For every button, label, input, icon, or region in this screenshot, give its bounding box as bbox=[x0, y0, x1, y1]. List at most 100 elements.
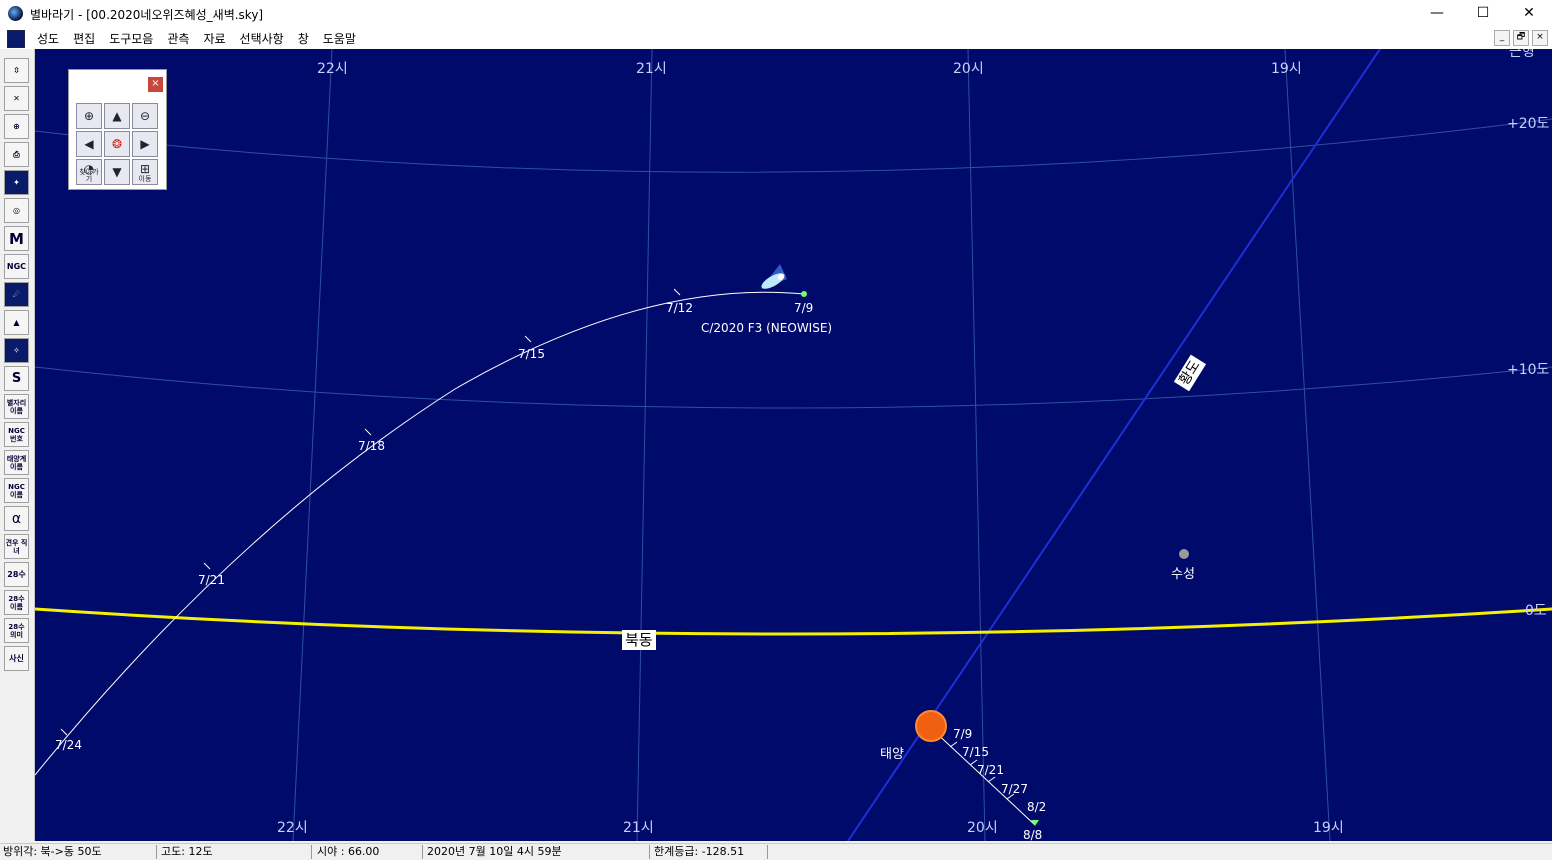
menu-help[interactable]: 도움말 bbox=[316, 30, 363, 47]
gyeonu-icon[interactable]: 견우 직녀 bbox=[4, 534, 29, 559]
minimize-button[interactable]: — bbox=[1414, 0, 1460, 27]
ra-grid-line bbox=[1284, 49, 1331, 841]
arrow-up-icon[interactable]: ▲ bbox=[104, 103, 130, 129]
dec-label-20: +20도 bbox=[1507, 116, 1550, 132]
alpha-icon[interactable]: α bbox=[4, 506, 29, 531]
mountain-icon[interactable]: ▲ bbox=[4, 310, 29, 335]
close-button[interactable]: ✕ bbox=[1506, 0, 1552, 27]
sun-date-label: 7/27 bbox=[1001, 782, 1028, 796]
arrow-left-icon[interactable]: ◀ bbox=[76, 131, 102, 157]
arrow-right-icon[interactable]: ▶ bbox=[132, 131, 158, 157]
sun-date-label: 7/9 bbox=[953, 727, 973, 741]
move-grid-glyph: ⊞ bbox=[139, 162, 151, 176]
comet-date-label: 7/15 bbox=[518, 347, 545, 361]
move-label: 이동 bbox=[138, 175, 152, 183]
comet-date-label: 7/9 bbox=[794, 301, 814, 315]
center-icon[interactable]: ❂ bbox=[104, 131, 130, 157]
arrow-down-icon[interactable]: ▼ bbox=[104, 159, 130, 185]
move-grid-icon[interactable]: ⊞ 이동 bbox=[132, 159, 158, 185]
sun-path bbox=[931, 728, 1036, 826]
ra-grid-line bbox=[636, 49, 653, 841]
comet-icon[interactable] bbox=[759, 264, 787, 292]
planet-name-icon[interactable]: 태양계 이름 bbox=[4, 450, 29, 475]
find-icon[interactable]: ◔ 찾아가기 bbox=[76, 159, 102, 185]
zoom-out-icon[interactable]: ⊖ bbox=[132, 103, 158, 129]
constellation-name-icon[interactable]: 별자리 이름 bbox=[4, 394, 29, 419]
messier-icon[interactable]: M bbox=[4, 226, 29, 251]
menu-chart[interactable]: 성도 bbox=[30, 30, 66, 47]
sun-disk[interactable] bbox=[915, 710, 947, 742]
menu-data[interactable]: 자료 bbox=[196, 30, 232, 47]
comet-date-label: 7/12 bbox=[666, 301, 693, 315]
comet-name-label[interactable]: C/2020 F3 (NEOWISE) bbox=[701, 321, 832, 335]
sun-date-label: 8/8 bbox=[1023, 828, 1043, 841]
ngc-name-icon[interactable]: NGC 이름 bbox=[4, 478, 29, 503]
mercury-dot[interactable] bbox=[1179, 549, 1189, 559]
menu-toolbars[interactable]: 도구모음 bbox=[102, 30, 160, 47]
document-icon[interactable] bbox=[7, 30, 25, 48]
sun-label: 태양 bbox=[880, 747, 904, 762]
star-cross-icon[interactable]: ✕ bbox=[4, 86, 29, 111]
ngc-icon[interactable]: NGC bbox=[4, 254, 29, 279]
sun-date-label: 7/15 bbox=[962, 745, 989, 759]
partial-label: 근형 bbox=[1509, 49, 1535, 60]
mercury-label: 수성 bbox=[1171, 567, 1195, 582]
comet-icon[interactable]: ☄ bbox=[4, 282, 29, 307]
comet-date-label: 7/24 bbox=[55, 738, 82, 752]
dec-label-0: 0도 bbox=[1525, 603, 1547, 619]
center-glyph: ❂ bbox=[111, 137, 123, 151]
ra-label-bottom-22: 22시 bbox=[277, 820, 308, 836]
ra-grid-line bbox=[292, 49, 333, 841]
sky-chart[interactable]: 22시 21시 20시 19시 22시 21시 20시 19시 +20도 +10… bbox=[35, 49, 1552, 841]
mdi-restore-button[interactable]: 🗗 bbox=[1513, 30, 1529, 46]
ra-label-top-19: 19시 bbox=[1271, 61, 1302, 77]
zoom-out-glyph: ⊖ bbox=[139, 109, 151, 123]
ra-label-bottom-20: 20시 bbox=[967, 820, 998, 836]
nebula-icon[interactable]: ✧ bbox=[4, 338, 29, 363]
find-label: 찾아가기 bbox=[79, 168, 99, 183]
ngc-number-icon[interactable]: NGC 번호 bbox=[4, 422, 29, 447]
arrow-right-glyph: ▶ bbox=[140, 137, 150, 151]
comet-date-label: 7/18 bbox=[358, 439, 385, 453]
app-icon bbox=[8, 6, 23, 21]
28su-meaning-icon[interactable]: 28수 의미 bbox=[4, 618, 29, 643]
menu-window[interactable]: 창 bbox=[291, 30, 316, 47]
status-azimuth: 방위각: 북->동 50도 bbox=[0, 845, 157, 859]
menu-observe[interactable]: 관측 bbox=[160, 30, 196, 47]
move-icon[interactable]: ⇳ bbox=[4, 58, 29, 83]
28su-icon[interactable]: 28수 bbox=[4, 562, 29, 587]
menu-edit[interactable]: 편집 bbox=[66, 30, 102, 47]
arrow-down-glyph: ▼ bbox=[112, 165, 122, 179]
print-icon[interactable]: ⎙ bbox=[4, 142, 29, 167]
comet-path bbox=[35, 291, 805, 776]
menu-bar: 성도 편집 도구모음 관측 자료 선택사항 창 도움말 _ 🗗 × bbox=[0, 27, 1552, 49]
status-datetime: 2020년 7월 10일 4시 59분 bbox=[424, 845, 650, 859]
dec-label-10: +10도 bbox=[1507, 362, 1550, 378]
ra-label-top-21: 21시 bbox=[636, 61, 667, 77]
dec-grid-line bbox=[35, 366, 1552, 409]
sun-date-label: 8/2 bbox=[1027, 800, 1047, 814]
mdi-minimize-button[interactable]: _ bbox=[1494, 30, 1510, 46]
galaxy-icon[interactable]: ◎ bbox=[4, 198, 29, 223]
milkyway-icon[interactable]: S bbox=[4, 366, 29, 391]
arrow-left-glyph: ◀ bbox=[84, 137, 94, 151]
window-title: 별바라기 - [00.2020네오위즈혜성_새벽.sky] bbox=[30, 8, 264, 22]
dec-grid-line bbox=[35, 118, 1552, 173]
maximize-button[interactable]: ☐ bbox=[1460, 0, 1506, 27]
globe-icon[interactable]: ⊕ bbox=[4, 114, 29, 139]
ra-label-bottom-21: 21시 bbox=[623, 820, 654, 836]
28su-name-icon[interactable]: 28수 이름 bbox=[4, 590, 29, 615]
comet-position-marker[interactable] bbox=[801, 291, 807, 297]
status-limit-magnitude: 한계등급: -128.51 bbox=[651, 845, 768, 859]
mdi-close-button[interactable]: × bbox=[1532, 30, 1548, 46]
navigation-panel: × ⊕ ▲ ⊖ ◀ ❂ ▶ ◔ 찾아가기 ▼ ⊞ 이동 bbox=[68, 69, 167, 190]
ra-label-bottom-19: 19시 bbox=[1313, 820, 1344, 836]
sasin-icon[interactable]: 사신 bbox=[4, 646, 29, 671]
horizon-line bbox=[35, 607, 1552, 636]
ra-label-top-22: 22시 bbox=[317, 61, 348, 77]
starfield-icon[interactable]: ✦ bbox=[4, 170, 29, 195]
nav-panel-close-button[interactable]: × bbox=[148, 77, 163, 92]
menu-options[interactable]: 선택사항 bbox=[233, 30, 291, 47]
comet-ticks bbox=[60, 288, 681, 736]
zoom-in-icon[interactable]: ⊕ bbox=[76, 103, 102, 129]
